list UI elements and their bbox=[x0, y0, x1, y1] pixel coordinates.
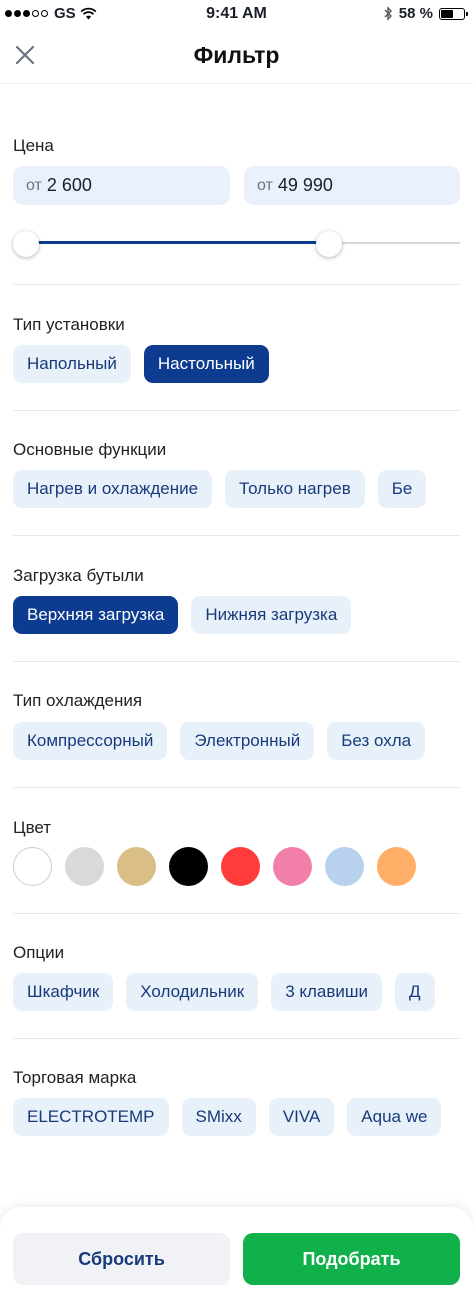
color-swatch[interactable] bbox=[273, 847, 312, 886]
slider-max-thumb[interactable] bbox=[316, 231, 343, 257]
color-swatch[interactable] bbox=[65, 847, 104, 886]
chip-cabinet[interactable]: Шкафчик bbox=[13, 973, 114, 1011]
functions-title: Основные функции bbox=[13, 440, 167, 459]
status-bar: GS 9:41 AM 58 % bbox=[0, 0, 473, 28]
chip-fridge[interactable]: Холодильник bbox=[126, 973, 259, 1011]
brand-title: Торговая марка bbox=[13, 1068, 137, 1087]
divider bbox=[13, 1038, 460, 1039]
battery-icon bbox=[439, 7, 468, 20]
price-to-value: 49 990 bbox=[277, 175, 333, 195]
color-swatches bbox=[13, 847, 416, 886]
chip-desktop[interactable]: Настольный bbox=[143, 345, 269, 383]
install-type-chips: Напольный Настольный bbox=[13, 345, 269, 383]
price-slider[interactable] bbox=[13, 231, 460, 257]
slider-min-thumb[interactable] bbox=[13, 231, 39, 257]
options-chips: Шкафчик Холодильник 3 клавиши Д bbox=[13, 973, 435, 1011]
slider-range bbox=[26, 241, 330, 244]
bluetooth-icon bbox=[384, 6, 392, 21]
cooling-type-title: Тип охлаждения bbox=[13, 691, 143, 710]
divider bbox=[13, 787, 460, 788]
color-swatch[interactable] bbox=[13, 847, 52, 886]
price-to-prefix: от bbox=[257, 176, 273, 194]
reset-button[interactable]: Сбросить bbox=[13, 1233, 230, 1285]
chip-functions-more[interactable]: Бе bbox=[377, 470, 427, 508]
divider bbox=[13, 913, 460, 914]
color-swatch[interactable] bbox=[325, 847, 364, 886]
divider bbox=[13, 284, 460, 285]
chip-top-load[interactable]: Верхняя загрузка bbox=[13, 596, 179, 634]
divider bbox=[13, 661, 460, 662]
divider bbox=[13, 410, 460, 411]
chip-compressor[interactable]: Компрессорный bbox=[13, 722, 168, 760]
bottom-action-bar: Сбросить Подобрать bbox=[0, 1207, 473, 1313]
price-from-value: 2 600 bbox=[46, 175, 92, 195]
color-swatch[interactable] bbox=[117, 847, 156, 886]
chip-floor[interactable]: Напольный bbox=[13, 345, 131, 383]
divider bbox=[13, 535, 460, 536]
status-right: 58 % bbox=[383, 5, 468, 22]
color-swatch[interactable] bbox=[169, 847, 208, 886]
color-swatch[interactable] bbox=[377, 847, 416, 886]
price-from-input[interactable]: от 2 600 bbox=[13, 166, 230, 205]
price-title: Цена bbox=[13, 136, 54, 155]
options-title: Опции bbox=[13, 943, 65, 962]
chip-electronic[interactable]: Электронный bbox=[180, 722, 315, 760]
chip-viva[interactable]: VIVA bbox=[268, 1098, 335, 1136]
price-to-input[interactable]: от 49 990 bbox=[244, 166, 460, 205]
color-swatch[interactable] bbox=[221, 847, 260, 886]
chip-3-keys[interactable]: 3 клавиши bbox=[271, 973, 383, 1011]
chip-heat-only[interactable]: Только нагрев bbox=[225, 470, 365, 508]
page-title: Фильтр bbox=[193, 42, 280, 68]
header: Фильтр bbox=[0, 28, 473, 84]
chip-aqua-work[interactable]: Aqua we bbox=[347, 1098, 442, 1136]
chip-heat-cool[interactable]: Нагрев и охлаждение bbox=[13, 470, 213, 508]
price-from-prefix: от bbox=[26, 176, 42, 194]
chip-smixx[interactable]: SMixx bbox=[181, 1098, 256, 1136]
chip-no-cooling[interactable]: Без охла bbox=[327, 722, 426, 760]
chip-bottom-load[interactable]: Нижняя загрузка bbox=[191, 596, 352, 634]
chip-electrotemp[interactable]: ELECTROTEMP bbox=[13, 1098, 169, 1136]
cooling-type-chips: Компрессорный Электронный Без охла bbox=[13, 722, 426, 760]
battery-percent: 58 % bbox=[398, 5, 433, 22]
bottle-load-chips: Верхняя загрузка Нижняя загрузка bbox=[13, 596, 352, 634]
brand-chips: ELECTROTEMP SMixx VIVA Aqua we bbox=[13, 1098, 442, 1136]
color-title: Цвет bbox=[13, 818, 52, 837]
bottle-load-title: Загрузка бутыли bbox=[13, 566, 144, 585]
install-type-title: Тип установки bbox=[13, 315, 125, 334]
chip-options-more[interactable]: Д bbox=[395, 973, 435, 1011]
functions-chips: Нагрев и охлаждение Только нагрев Бе bbox=[13, 470, 427, 508]
apply-button[interactable]: Подобрать bbox=[243, 1233, 460, 1285]
